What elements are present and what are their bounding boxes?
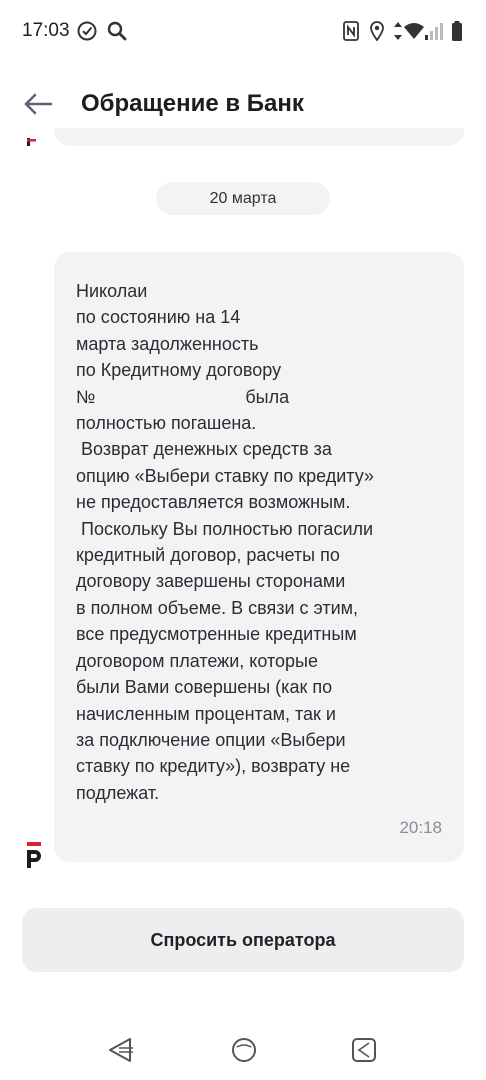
nav-home-icon[interactable]: [228, 1034, 260, 1066]
status-bar: 17:03: [0, 0, 486, 64]
message-time: 20:18: [399, 818, 442, 837]
nav-back-icon[interactable]: [106, 1034, 138, 1066]
bank-logo-icon: [27, 842, 41, 868]
data-arrows-icon: [394, 22, 402, 40]
app-header: Обращение в Банк: [0, 72, 486, 136]
ask-operator-button[interactable]: Спросить оператора: [22, 908, 464, 972]
bank-logo-icon: [27, 138, 36, 146]
check-circle-icon: [77, 21, 97, 41]
date-separator: 20 марта: [156, 182, 330, 215]
screen: 17:03 Обращение в Банк 20 марта Николаи …: [0, 0, 486, 1080]
nav-recents-icon[interactable]: [348, 1034, 380, 1066]
previous-message-bubble: [54, 128, 464, 146]
arrow-left-icon[interactable]: [22, 88, 54, 120]
message-bubble[interactable]: Николаи по состоянию на 14 марта задолже…: [54, 252, 464, 862]
status-time: 17:03: [22, 20, 70, 41]
wifi-icon: [404, 23, 424, 39]
search-icon: [107, 21, 127, 41]
location-icon: [370, 21, 384, 42]
message-text: Николаи по состоянию на 14 марта задолже…: [76, 281, 374, 803]
page-title: Обращение в Банк: [81, 90, 304, 117]
battery-icon: [452, 21, 462, 41]
chat-thread[interactable]: 20 марта Николаи по состоянию на 14 март…: [0, 128, 486, 888]
redaction-mask: [164, 280, 364, 300]
system-nav-bar: [0, 1020, 486, 1080]
nfc-icon: [343, 21, 359, 41]
signal-icon: [425, 23, 443, 40]
